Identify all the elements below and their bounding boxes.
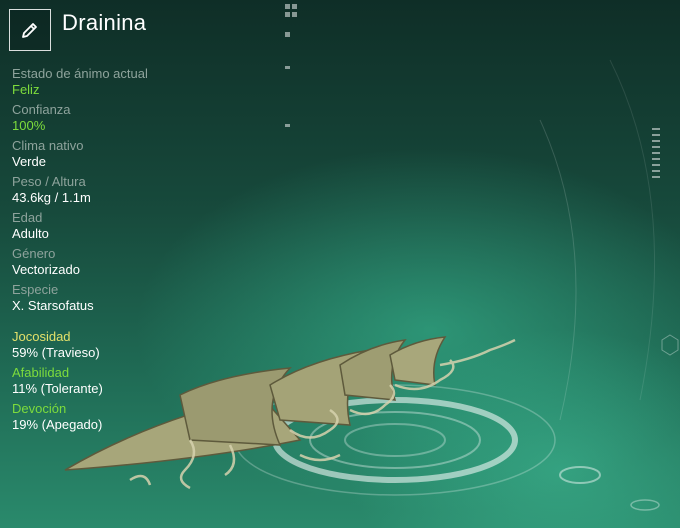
pencil-icon: [22, 23, 37, 38]
stat-label: Edad: [12, 210, 43, 225]
stat-value: X. Starsofatus: [12, 298, 94, 313]
stat-value: Vectorizado: [12, 262, 80, 277]
stat-gender: Género Vectorizado: [12, 246, 232, 278]
stat-label: Peso / Altura: [12, 174, 86, 189]
trait-label: Afabilidad: [12, 365, 70, 380]
trait-devotion: Devoción 19% (Apegado): [12, 401, 232, 433]
trait-value: 59% (Travieso): [12, 345, 100, 360]
trait-playfulness: Jocosidad 59% (Travieso): [12, 329, 232, 361]
stat-label: Clima nativo: [12, 138, 84, 153]
stat-value: 43.6kg / 1.1m: [12, 190, 91, 205]
stat-climate: Clima nativo Verde: [12, 138, 232, 170]
trait-friendliness: Afabilidad 11% (Tolerante): [12, 365, 232, 397]
personality-traits: Jocosidad 59% (Travieso) Afabilidad 11% …: [12, 329, 232, 437]
stat-label: Confianza: [12, 102, 71, 117]
stat-value: Verde: [12, 154, 46, 169]
trait-value: 11% (Tolerante): [12, 381, 103, 396]
stat-age: Edad Adulto: [12, 210, 232, 242]
stat-species: Especie X. Starsofatus: [12, 282, 232, 314]
trait-value: 19% (Apegado): [12, 417, 103, 432]
stat-trust: Confianza 100%: [12, 102, 232, 134]
edit-name-button[interactable]: [9, 9, 51, 51]
creature-stats: Estado de ánimo actual Feliz Confianza 1…: [12, 66, 232, 318]
stat-label: Especie: [12, 282, 59, 297]
trait-label: Jocosidad: [12, 329, 71, 344]
trait-label: Devoción: [12, 401, 67, 416]
stat-value: Adulto: [12, 226, 49, 241]
stat-weight-height: Peso / Altura 43.6kg / 1.1m: [12, 174, 232, 206]
stat-mood: Estado de ánimo actual Feliz: [12, 66, 232, 98]
stat-label: Estado de ánimo actual: [12, 66, 148, 81]
stat-value: 100%: [12, 118, 46, 133]
creature-name: Drainina: [62, 10, 147, 35]
stat-value: Feliz: [12, 82, 40, 97]
stat-label: Género: [12, 246, 56, 261]
